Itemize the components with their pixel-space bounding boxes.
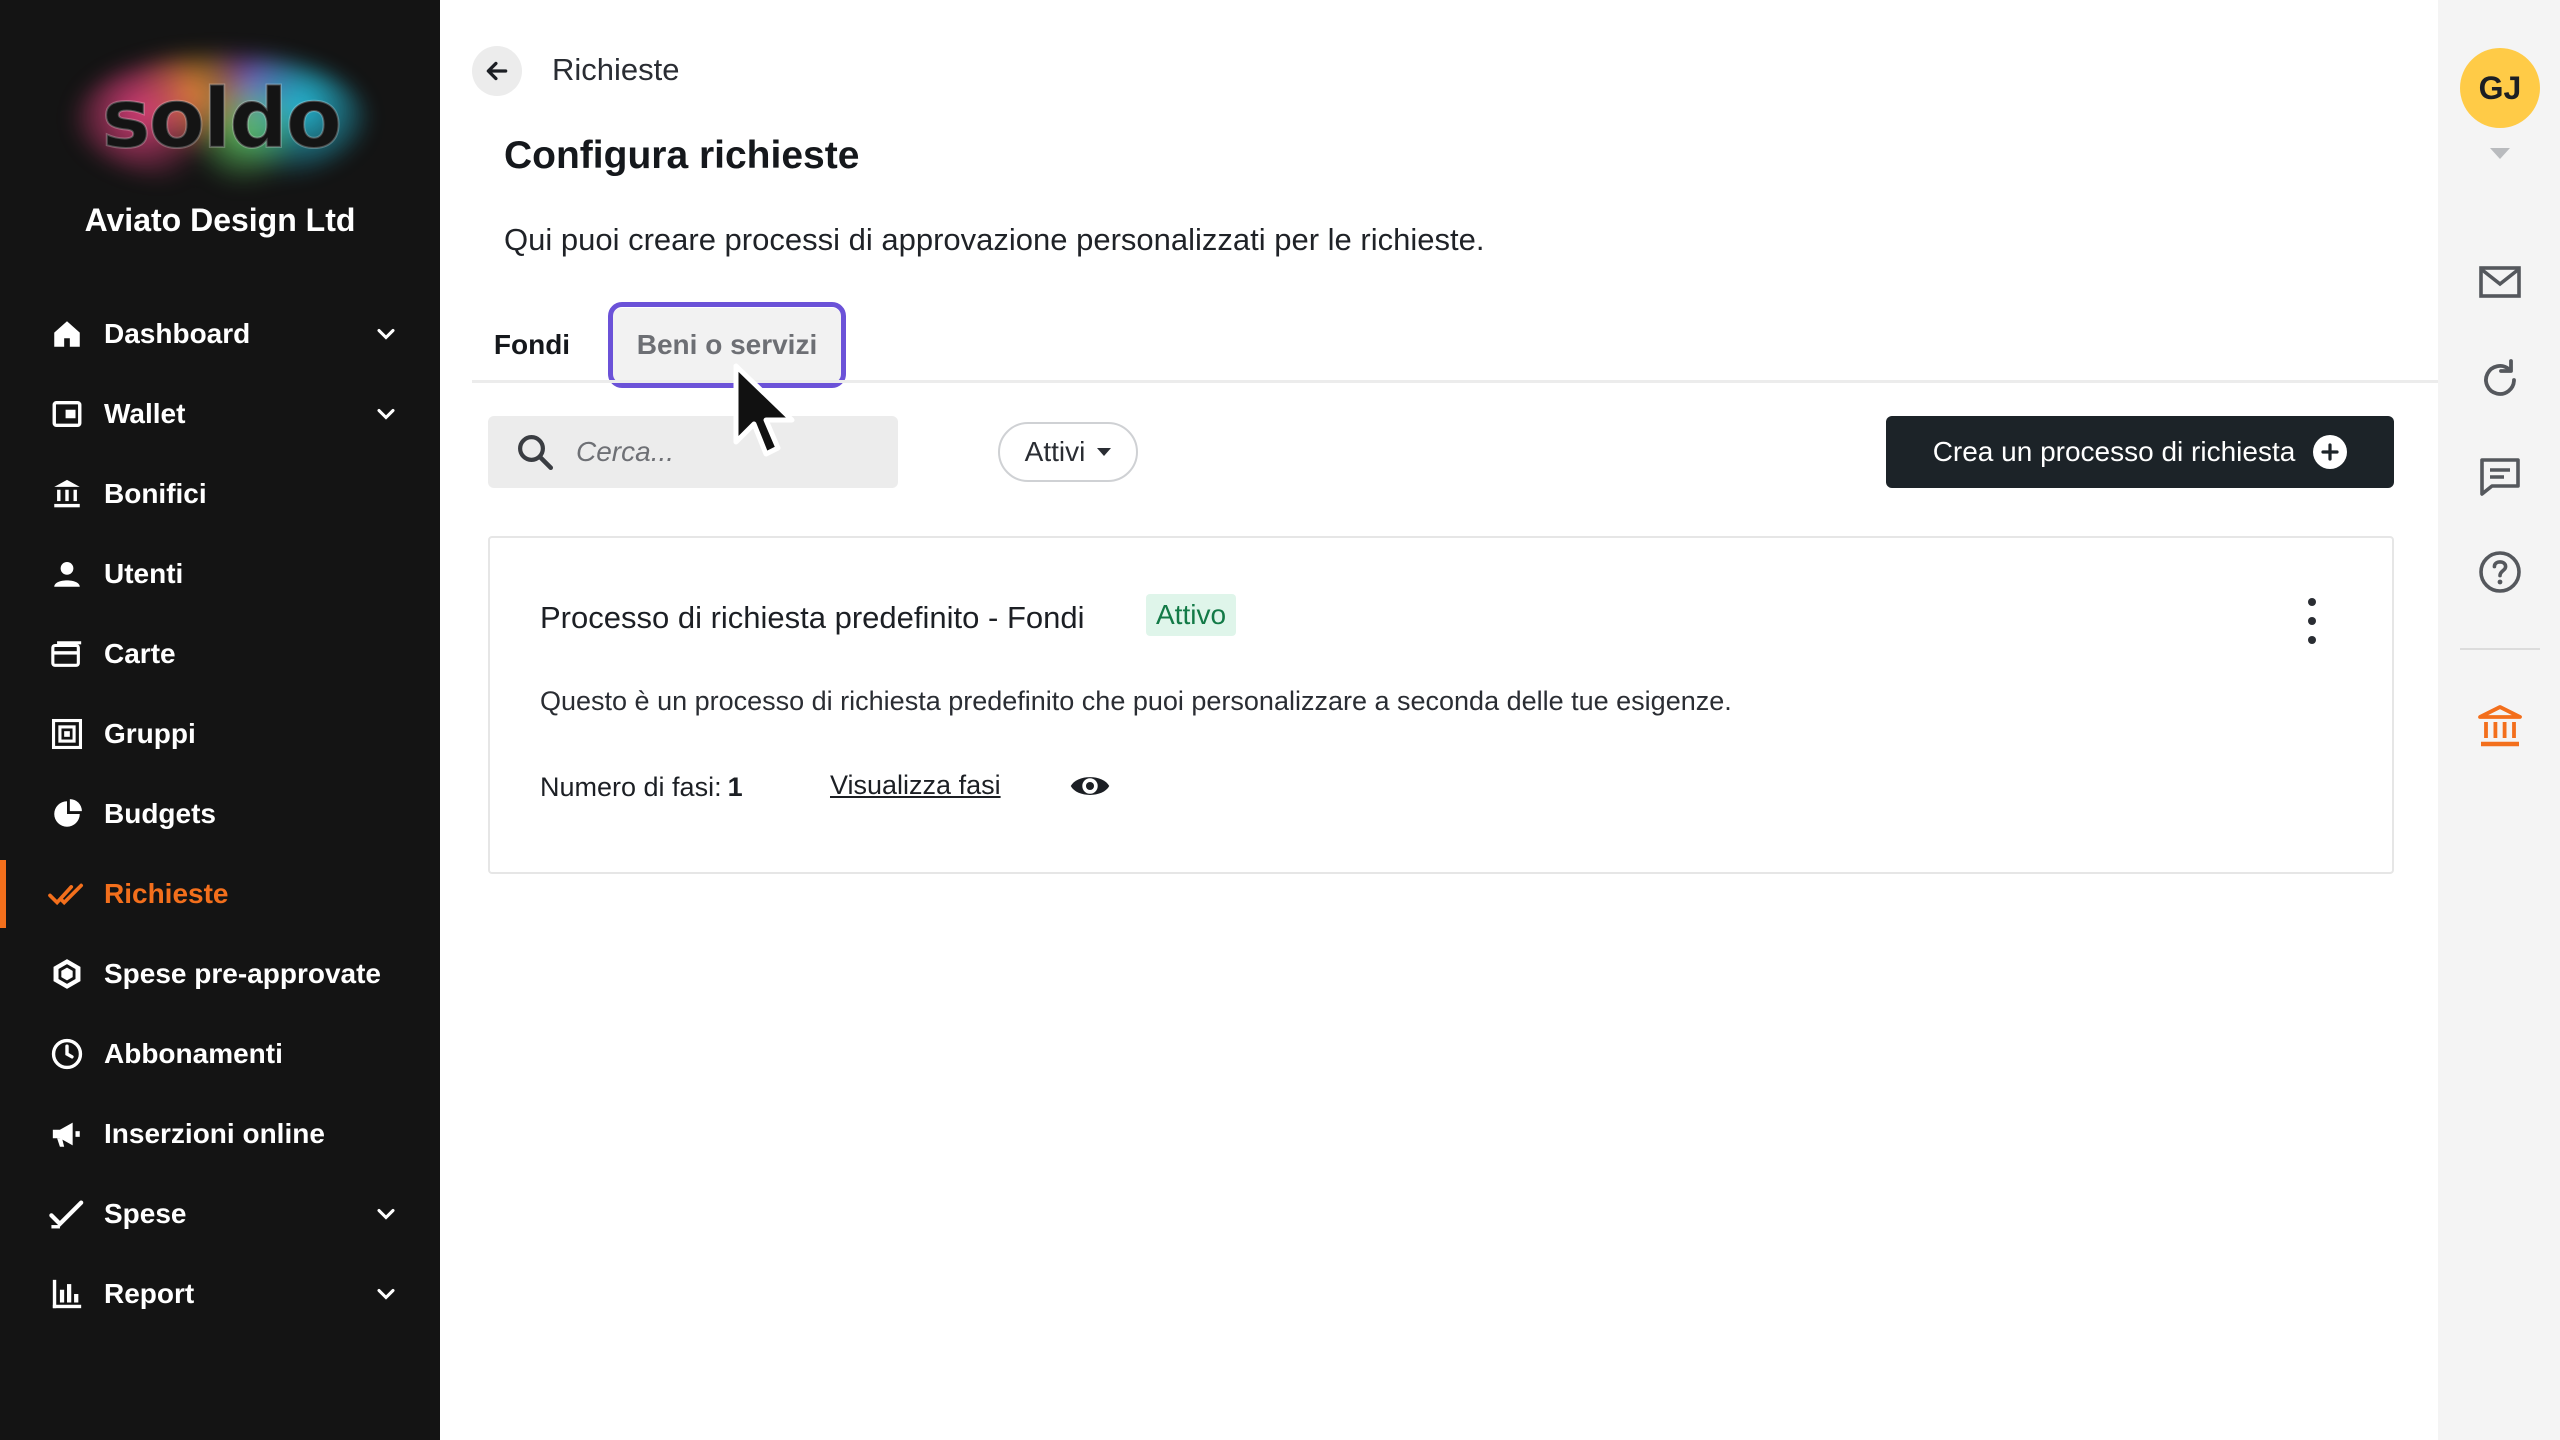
- sidebar-item-abbonamenti[interactable]: Abbonamenti: [0, 1014, 440, 1094]
- sidebar-item-richieste[interactable]: Richieste: [0, 854, 440, 934]
- user-icon: [48, 555, 86, 593]
- page-title: Configura richieste: [504, 134, 860, 177]
- plus-circle-icon: [2313, 435, 2348, 469]
- bar-chart-icon: [48, 1275, 86, 1313]
- sidebar-item-label: Inserzioni online: [104, 1118, 325, 1149]
- back-button[interactable]: [472, 46, 522, 96]
- clock-icon: [48, 1035, 86, 1073]
- sidebar-item-label: Report: [104, 1278, 195, 1309]
- bank-icon[interactable]: [2476, 702, 2524, 750]
- sidebar-item-label: Abbonamenti: [104, 1038, 283, 1069]
- avatar-menu-caret-icon[interactable]: [2490, 148, 2510, 159]
- sidebar-item-label: Bonifici: [104, 478, 207, 509]
- right-rail: GJ: [2438, 0, 2560, 1440]
- chevron-down-icon[interactable]: [372, 1280, 400, 1308]
- sidebar-item-utenti[interactable]: Utenti: [0, 534, 440, 614]
- company-name: Aviato Design Ltd: [84, 202, 356, 238]
- sidebar-item-report[interactable]: Report: [0, 1254, 440, 1334]
- sidebar-item-budgets[interactable]: Budgets: [0, 774, 440, 854]
- avatar[interactable]: GJ: [2460, 48, 2540, 128]
- view-steps-link[interactable]: Visualizza fasi: [830, 770, 1001, 801]
- tab-beni-o-servizi[interactable]: Beni o servizi: [612, 308, 842, 382]
- sidebar-item-gruppi[interactable]: Gruppi: [0, 694, 440, 774]
- hexagon-check-icon: [48, 955, 86, 993]
- main-content: Richieste Configura richieste Qui puoi c…: [440, 0, 2438, 1440]
- more-options-icon[interactable]: [2302, 598, 2322, 644]
- sidebar-item-carte[interactable]: Carte: [0, 614, 440, 694]
- bank-transfer-icon: [48, 475, 86, 513]
- sidebar-item-label: Carte: [104, 638, 176, 669]
- home-icon: [48, 315, 86, 353]
- refresh-icon[interactable]: [2476, 356, 2524, 404]
- sidebar: soldo Aviato Design Ltd Dashboard Wallet…: [0, 0, 440, 1440]
- sidebar-item-inserzioni-online[interactable]: Inserzioni online: [0, 1094, 440, 1174]
- request-process-card: Processo di richiesta predefinito - Fond…: [488, 536, 2394, 874]
- breadcrumb: Richieste: [552, 52, 680, 87]
- status-badge: Attivo: [1146, 594, 1237, 636]
- create-request-process-button[interactable]: Crea un processo di richiesta: [1886, 416, 2394, 488]
- groups-icon: [48, 715, 86, 753]
- card-icon: [48, 635, 86, 673]
- sidebar-item-label: Spese pre-approvate: [104, 958, 381, 989]
- sidebar-item-label: Budgets: [104, 798, 216, 829]
- chevron-down-icon[interactable]: [372, 400, 400, 428]
- soldo-logo[interactable]: soldo: [56, 44, 386, 194]
- process-title: Processo di richiesta predefinito - Fond…: [540, 600, 1085, 635]
- search-box[interactable]: [488, 416, 898, 488]
- sidebar-item-label: Wallet: [104, 398, 186, 429]
- eye-icon[interactable]: [1068, 764, 1112, 808]
- check-icon: [48, 1195, 86, 1233]
- caret-down-icon: [1097, 448, 1112, 456]
- process-description: Questo è un processo di richiesta predef…: [540, 686, 1732, 716]
- sidebar-item-label: Gruppi: [104, 718, 196, 749]
- sidebar-item-spese[interactable]: Spese: [0, 1174, 440, 1254]
- steps-label: Numero di fasi:: [540, 772, 722, 802]
- create-button-label: Crea un processo di richiesta: [1932, 436, 2296, 467]
- sidebar-item-spese-pre-approvate[interactable]: Spese pre-approvate: [0, 934, 440, 1014]
- page-description: Qui puoi creare processi di approvazione…: [504, 222, 1485, 257]
- sidebar-item-label: Dashboard: [104, 318, 251, 349]
- chevron-down-icon[interactable]: [372, 1200, 400, 1228]
- main-nav: Dashboard Wallet Bonifici Utenti Carte G…: [0, 294, 440, 1334]
- steps-count: Numero di fasi: 1: [540, 772, 743, 803]
- search-icon: [518, 435, 554, 471]
- sidebar-item-wallet[interactable]: Wallet: [0, 374, 440, 454]
- tab-fondi[interactable]: Fondi: [472, 308, 592, 382]
- logo-text: soldo: [101, 71, 343, 168]
- arrow-left-icon: [486, 61, 508, 81]
- steps-value: 1: [727, 772, 743, 802]
- megaphone-icon: [48, 1115, 86, 1153]
- chat-icon[interactable]: [2476, 452, 2524, 500]
- pie-chart-icon: [48, 795, 86, 833]
- rail-divider: [2460, 648, 2540, 650]
- wallet-icon: [48, 395, 86, 433]
- search-input[interactable]: [574, 435, 878, 469]
- status-filter-dropdown[interactable]: Attivi: [998, 422, 1138, 482]
- sidebar-item-label: Spese: [104, 1198, 187, 1229]
- chevron-down-icon[interactable]: [372, 320, 400, 348]
- mail-icon[interactable]: [2476, 258, 2524, 306]
- tabs-divider: [472, 380, 2438, 383]
- sidebar-item-label: Richieste: [104, 878, 229, 909]
- sidebar-item-dashboard[interactable]: Dashboard: [0, 294, 440, 374]
- sidebar-item-bonifici[interactable]: Bonifici: [0, 454, 440, 534]
- sidebar-item-label: Utenti: [104, 558, 184, 589]
- help-icon[interactable]: [2476, 548, 2524, 596]
- double-check-icon: [48, 875, 86, 913]
- status-filter-value: Attivi: [1024, 436, 1086, 467]
